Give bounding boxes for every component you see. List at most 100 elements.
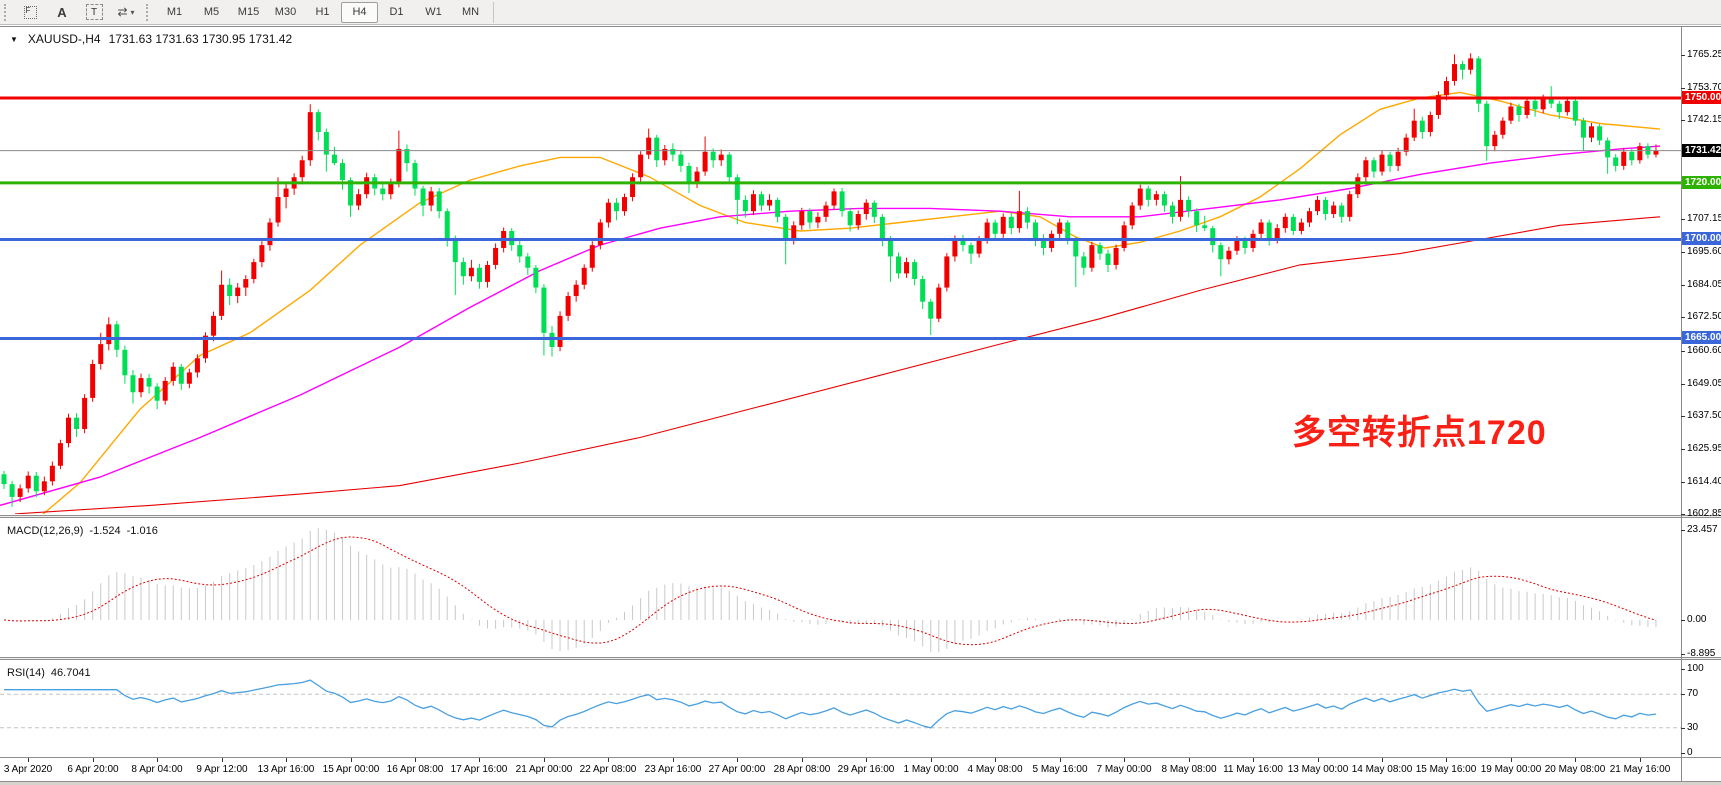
candle-body xyxy=(775,200,780,217)
time-axis-label: 11 May 16:00 xyxy=(1223,764,1283,775)
candle-body xyxy=(590,245,595,268)
candle-body xyxy=(227,285,232,296)
time-axis-tick xyxy=(737,758,738,762)
price-axis-tick xyxy=(1681,55,1685,56)
candle-body xyxy=(340,163,345,180)
macd-axis-label: 23.457 xyxy=(1687,524,1718,535)
candle-body xyxy=(872,203,877,217)
toolbar-grip[interactable] xyxy=(146,4,150,21)
macd-signal-value: -1.016 xyxy=(127,525,158,537)
candle-body xyxy=(936,288,941,319)
price-level-badge[interactable]: 1720.00 xyxy=(1682,176,1721,189)
time-axis-label: 20 May 08:00 xyxy=(1545,764,1606,775)
timeframe-button-m5[interactable]: M5 xyxy=(193,2,230,23)
candle-body xyxy=(1541,98,1546,109)
candle-body xyxy=(952,239,957,256)
time-axis-label: 21 Apr 00:00 xyxy=(516,764,573,775)
chart-annotation-text: 多空转折点1720 xyxy=(1292,405,1547,454)
timeframe-button-m15[interactable]: M15 xyxy=(230,2,267,23)
timeframe-button-m30[interactable]: M30 xyxy=(267,2,304,23)
candle-body xyxy=(670,149,675,155)
text-label-button[interactable]: A xyxy=(46,3,78,22)
candle-body xyxy=(614,203,619,211)
rsi-plot[interactable] xyxy=(0,661,1681,756)
timeframe-button-h1[interactable]: H1 xyxy=(304,2,341,23)
price-level-badge[interactable]: 1665.00 xyxy=(1682,331,1721,344)
candle-body xyxy=(815,217,820,223)
rsi-axis-tick xyxy=(1681,728,1685,729)
candle-body xyxy=(598,222,603,245)
candle-body xyxy=(928,302,933,319)
time-axis-tick xyxy=(1382,758,1383,762)
time-axis[interactable]: 3 Apr 20206 Apr 20:008 Apr 04:009 Apr 12… xyxy=(0,757,1721,781)
candle-body xyxy=(1565,101,1570,112)
time-axis-tick xyxy=(1640,758,1641,762)
timeframe-button-m1[interactable]: M1 xyxy=(156,2,193,23)
candle-body xyxy=(1557,104,1562,112)
candle-body xyxy=(396,149,401,183)
candle-body xyxy=(969,245,974,253)
time-axis-label: 13 May 00:00 xyxy=(1288,764,1349,775)
candle-body xyxy=(1057,222,1062,233)
candle-body xyxy=(139,378,144,392)
candle-body xyxy=(1468,58,1473,69)
candle-body xyxy=(904,262,909,273)
price-axis-tick xyxy=(1681,285,1685,286)
price-axis-label: 1707.15 xyxy=(1687,213,1721,224)
candle-body xyxy=(195,358,200,372)
candle-body xyxy=(1508,107,1513,121)
candle-body xyxy=(759,194,764,205)
toolbar-grip[interactable] xyxy=(4,4,8,21)
arrows-button[interactable]: ⇄ ▾ xyxy=(110,3,142,22)
candle-body xyxy=(1428,115,1433,132)
macd-plot[interactable] xyxy=(0,519,1681,657)
candle-body xyxy=(1186,200,1191,211)
text-box-icon: T xyxy=(86,4,103,20)
price-axis-label: 1742.15 xyxy=(1687,114,1721,125)
timeframe-button-d1[interactable]: D1 xyxy=(378,2,415,23)
candle-body xyxy=(179,367,184,384)
price-axis-tick xyxy=(1681,252,1685,253)
candle-body xyxy=(1001,217,1006,234)
time-axis-tick xyxy=(802,758,803,762)
price-level-badge[interactable]: 1700.00 xyxy=(1682,232,1721,245)
price-axis-label: 1695.60 xyxy=(1687,246,1721,257)
time-axis-tick xyxy=(544,758,545,762)
grid-snap-button[interactable]: F xyxy=(14,3,46,22)
candle-body xyxy=(1460,64,1465,70)
candle-body xyxy=(711,152,716,160)
candle-body xyxy=(743,200,748,211)
time-axis-tick xyxy=(93,758,94,762)
text-box-button[interactable]: T xyxy=(78,3,110,22)
candle-body xyxy=(1653,151,1658,155)
candle-body xyxy=(1009,217,1014,228)
candle-body xyxy=(1234,239,1239,250)
candle-body xyxy=(1629,152,1634,160)
timeframe-button-h4[interactable]: H4 xyxy=(341,2,378,23)
arrows-icon: ⇄ xyxy=(117,5,127,19)
candle-body xyxy=(630,177,635,197)
chevron-down-icon[interactable]: ▼ xyxy=(10,35,18,44)
candle-body xyxy=(122,350,127,375)
rsi-axis-tick xyxy=(1681,669,1685,670)
candle-body xyxy=(1025,211,1030,222)
time-axis-label: 8 Apr 04:00 xyxy=(131,764,182,775)
timeframe-button-mn[interactable]: MN xyxy=(452,2,489,23)
time-axis-tick xyxy=(1060,758,1061,762)
price-axis-label: 1602.85 xyxy=(1687,508,1721,519)
timeframe-button-w1[interactable]: W1 xyxy=(415,2,452,23)
time-axis-label: 29 Apr 16:00 xyxy=(838,764,895,775)
panel-splitter[interactable] xyxy=(0,657,1721,660)
candle-body xyxy=(1218,245,1223,259)
panel-splitter[interactable] xyxy=(0,515,1721,518)
candle-body xyxy=(324,132,329,155)
candle-body xyxy=(219,285,224,316)
candle-body xyxy=(566,296,571,316)
candle-body xyxy=(1412,121,1417,138)
candle-body xyxy=(1331,206,1336,214)
candle-body xyxy=(1154,194,1159,200)
macd-axis-label: 0.00 xyxy=(1687,614,1706,625)
candle-body xyxy=(638,155,643,178)
macd-axis-tick xyxy=(1681,530,1685,531)
price-level-badge[interactable]: 1750.00 xyxy=(1682,91,1721,104)
